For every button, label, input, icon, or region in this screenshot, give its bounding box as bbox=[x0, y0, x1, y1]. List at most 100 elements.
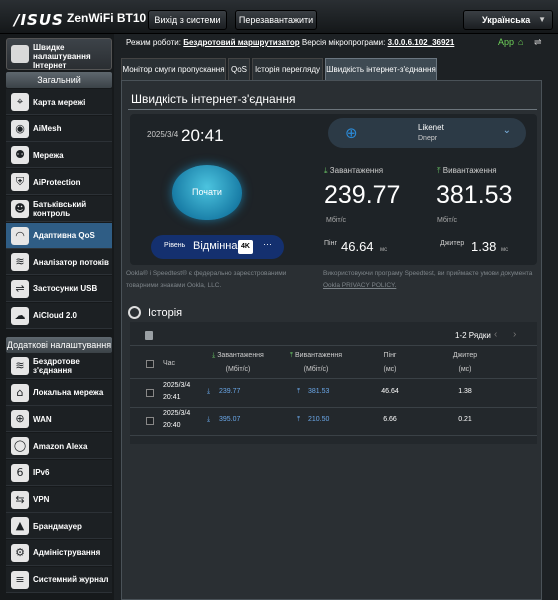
row-checkbox[interactable] bbox=[146, 389, 154, 397]
cloud-icon: ☁ bbox=[11, 306, 29, 325]
lan-icon: ⌂ bbox=[11, 383, 29, 402]
sidebar-item-admin[interactable]: ⚙ Адміністрування bbox=[6, 539, 112, 566]
quick-setup-button[interactable]: Швидке налаштування Інтернет bbox=[6, 38, 112, 70]
sidebar: Швидке налаштування Інтернет Загальний ⌖… bbox=[0, 34, 114, 600]
wan-icon: ⊕ bbox=[11, 410, 29, 429]
col-download-text: Завантаження bbox=[217, 352, 264, 359]
server-city: Dnepr bbox=[418, 135, 438, 142]
tab-qos[interactable]: QoS bbox=[228, 58, 250, 80]
row-date: 2025/3/4 bbox=[163, 410, 191, 417]
ping-label: Пінг bbox=[324, 240, 338, 247]
tab-internet-speed[interactable]: Швидкість інтернет-з'єднання bbox=[325, 58, 437, 80]
jitter-label: Джитер bbox=[440, 240, 465, 247]
start-test-button[interactable]: Почати bbox=[172, 165, 242, 220]
col-download: ⤓ Завантаження bbox=[203, 352, 273, 360]
privacy-note: Використовуючи програму Speedtest, ви пр… bbox=[323, 268, 539, 292]
table-divider bbox=[130, 345, 537, 346]
parental-icon: ☻ bbox=[11, 199, 29, 218]
rating-4k-badge: 4K bbox=[238, 240, 253, 254]
sidebar-item-lan[interactable]: ⌂ Локальна мережа bbox=[6, 379, 112, 406]
rating-value: Відмінна bbox=[193, 240, 238, 252]
sidebar-item-map[interactable]: ⌖ Карта мережі bbox=[6, 89, 112, 115]
col-ping: Пінг bbox=[383, 352, 397, 359]
sidebar-item-label: Адміністрування bbox=[33, 548, 101, 558]
general-section-header: Загальний bbox=[6, 72, 112, 88]
language-select[interactable]: Українська ▼ bbox=[463, 10, 553, 30]
privacy-policy-link[interactable]: Ookla PRIVACY POLICY. bbox=[323, 282, 396, 289]
aimesh-icon: ◉ bbox=[11, 119, 29, 138]
traffic-icon: ≋ bbox=[11, 253, 29, 272]
wireless-icon: ≋ bbox=[11, 357, 29, 375]
sidebar-item-ipv6[interactable]: 6 IPv6 bbox=[6, 459, 112, 486]
globe-icon: ⊕ bbox=[345, 124, 358, 142]
reboot-button[interactable]: Перезавантажити bbox=[235, 10, 317, 30]
sidebar-item-traffic[interactable]: ≋ Аналізатор потоків bbox=[6, 249, 112, 276]
firewall-icon: ▲ bbox=[11, 517, 29, 536]
chevron-right-icon[interactable]: › bbox=[513, 329, 516, 340]
sidebar-item-aimesh[interactable]: ◉ AiMesh bbox=[6, 115, 112, 142]
top-bar: /ISUS ZenWiFi BT10 Вихід з системи Перез… bbox=[0, 0, 558, 34]
more-ratings-button[interactable]: ··· bbox=[263, 239, 272, 249]
sidebar-item-wan[interactable]: ⊕ WAN bbox=[6, 406, 112, 433]
page-title: Швидкість інтернет-з'єднання bbox=[131, 92, 296, 106]
mode-label: Режим роботи: bbox=[126, 38, 181, 47]
network-status-icon[interactable]: ⌂ bbox=[518, 37, 523, 47]
trademark-line-2: товарними знаками Ookla, LLC. bbox=[126, 282, 222, 289]
tab-bandwidth-monitor[interactable]: Монітор смуги пропускання bbox=[121, 58, 226, 80]
trademark-note: Ookla® і Speedtest® є федерально зареєст… bbox=[126, 268, 316, 292]
privacy-line-1: Використовуючи програму Speedtest, ви пр… bbox=[323, 270, 533, 277]
usb-status-icon[interactable]: ⇌ bbox=[534, 37, 542, 48]
sidebar-item-cloud[interactable]: ☁ AiCloud 2.0 bbox=[6, 302, 112, 329]
tab-browsing-history[interactable]: Історія перегляду bbox=[252, 58, 323, 80]
app-indicator[interactable]: App bbox=[498, 37, 514, 47]
sidebar-item-alexa[interactable]: ◯ Amazon Alexa bbox=[6, 433, 112, 460]
select-all-checkbox[interactable] bbox=[146, 360, 154, 368]
logout-button[interactable]: Вихід з системи bbox=[148, 10, 227, 30]
table-divider bbox=[130, 378, 537, 379]
chevron-down-icon: ⌄ bbox=[502, 125, 511, 136]
sidebar-item-parental[interactable]: ☻ Батьківський контроль bbox=[6, 195, 112, 222]
sidebar-item-log[interactable]: ≡ Системний журнал bbox=[6, 566, 112, 593]
advanced-section-header: Додаткові налаштування bbox=[6, 337, 112, 353]
sidebar-item-usb[interactable]: ⇌ Застосунки USB bbox=[6, 275, 112, 302]
history-table bbox=[130, 322, 537, 444]
sidebar-item-vpn[interactable]: ⇆ VPN bbox=[6, 486, 112, 513]
sidebar-item-shield[interactable]: ⛨ AiProtection bbox=[6, 169, 112, 196]
test-time: 20:41 bbox=[181, 126, 224, 145]
ipv6-icon: 6 bbox=[11, 463, 29, 482]
sidebar-item-label: Застосунки USB bbox=[33, 284, 98, 294]
server-select[interactable]: ⊕ Likenet Dnepr ⌄ bbox=[328, 118, 526, 148]
mode-value-link[interactable]: Бездротовий маршрутизатор bbox=[183, 38, 299, 47]
sidebar-item-wireless[interactable]: ≋ Бездротове з'єднання bbox=[6, 353, 112, 379]
row-time: 20:41 bbox=[163, 394, 181, 401]
map-icon: ⌖ bbox=[11, 93, 29, 111]
upload-arrow-icon: ⤒ bbox=[289, 352, 294, 359]
col-upload: ⤒ Вивантаження bbox=[280, 352, 352, 360]
row-divider bbox=[130, 435, 537, 436]
model-name: ZenWiFi BT10 bbox=[67, 11, 147, 25]
col-download-unit: (Мбіт/с) bbox=[225, 366, 251, 373]
sidebar-item-label: Бездротове з'єднання bbox=[33, 357, 80, 375]
upload-value: 381.53 bbox=[436, 181, 513, 209]
sidebar-item-label: Карта мережі bbox=[33, 97, 86, 107]
quality-rating: Рівень Відмінна 4K ··· bbox=[151, 235, 284, 259]
row-ping: 6.66 bbox=[383, 416, 397, 423]
log-icon: ≡ bbox=[11, 570, 29, 589]
row-download: 239.77 bbox=[219, 388, 241, 395]
vpn-icon: ⇆ bbox=[11, 490, 29, 509]
sidebar-item-label: AiCloud 2.0 bbox=[33, 311, 78, 321]
download-value: 239.77 bbox=[324, 181, 401, 209]
sidebar-item-qos[interactable]: ◠ Адаптивна QoS bbox=[6, 222, 112, 249]
asus-logo[interactable]: /ISUS bbox=[14, 11, 64, 29]
sidebar-item-firewall[interactable]: ▲ Брандмауер bbox=[6, 513, 112, 540]
col-upload-unit: (Мбіт/с) bbox=[303, 366, 329, 373]
row-divider bbox=[130, 407, 537, 408]
chevron-left-icon[interactable]: ‹ bbox=[494, 329, 497, 340]
trash-icon[interactable] bbox=[145, 331, 153, 340]
pager-text: 1-2 Рядки bbox=[455, 331, 491, 340]
row-checkbox[interactable] bbox=[146, 417, 154, 425]
wizard-icon bbox=[11, 45, 29, 63]
firmware-version-link[interactable]: 3.0.0.6.102_36921 bbox=[388, 38, 455, 47]
sidebar-item-network[interactable]: ⚉ Мережа bbox=[6, 142, 112, 169]
network-icon: ⚉ bbox=[11, 146, 29, 165]
